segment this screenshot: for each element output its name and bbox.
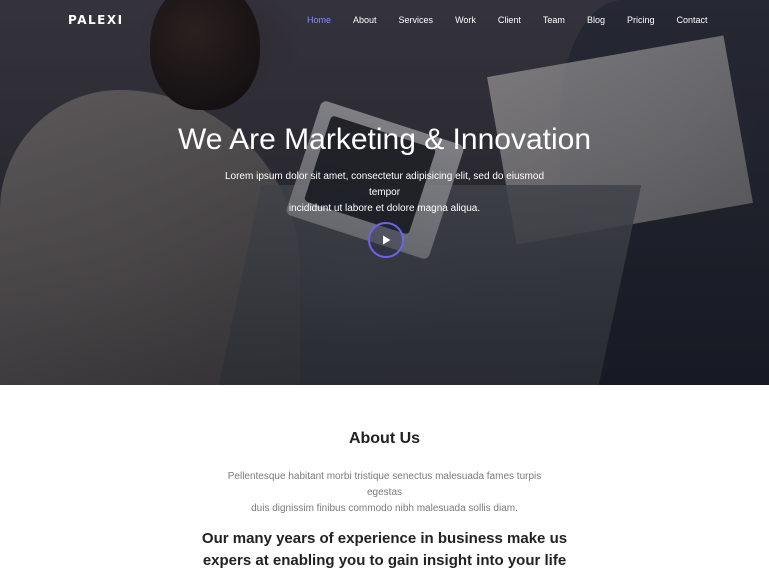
nav-item-about[interactable]: About (353, 15, 377, 25)
hero-subtitle-line-2: incididunt ut labore et dolore magna ali… (288, 203, 481, 214)
about-description: Pellentesque habitant morbi tristique se… (210, 469, 559, 517)
hero-subtitle: Lorem ipsum dolor sit amet, consectetur … (210, 169, 559, 217)
hero-section: PALEXI Home About Services Work Client T… (0, 0, 769, 385)
play-icon (383, 235, 391, 245)
nav-item-client[interactable]: Client (498, 15, 521, 25)
about-text-line-2: duis dignissim finibus commodo nibh male… (251, 503, 518, 514)
about-headline: Our many years of experience in business… (200, 528, 569, 572)
nav-item-work[interactable]: Work (455, 15, 476, 25)
about-headline-line-1: Our many years of experience in business… (201, 530, 568, 547)
nav-item-pricing[interactable]: Pricing (627, 15, 655, 25)
about-title: About Us (348, 430, 421, 447)
nav-item-blog[interactable]: Blog (587, 15, 605, 25)
nav-item-contact[interactable]: Contact (676, 15, 707, 25)
play-video-button[interactable] (368, 222, 404, 258)
site-logo[interactable]: PALEXI (68, 13, 124, 27)
nav-menu: Home About Services Work Client Team Blo… (307, 15, 730, 25)
nav-item-team[interactable]: Team (543, 15, 565, 25)
hero-title: We Are Marketing & Innovation (178, 123, 591, 156)
nav-item-services[interactable]: Services (399, 15, 434, 25)
nav-item-home[interactable]: Home (307, 15, 331, 25)
top-navbar: PALEXI Home About Services Work Client T… (0, 0, 769, 42)
hero-subtitle-line-1: Lorem ipsum dolor sit amet, consectetur … (224, 171, 545, 198)
about-text-line-1: Pellentesque habitant morbi tristique se… (227, 471, 542, 498)
about-headline-line-2: expers at enabling you to gain insight i… (202, 552, 567, 569)
